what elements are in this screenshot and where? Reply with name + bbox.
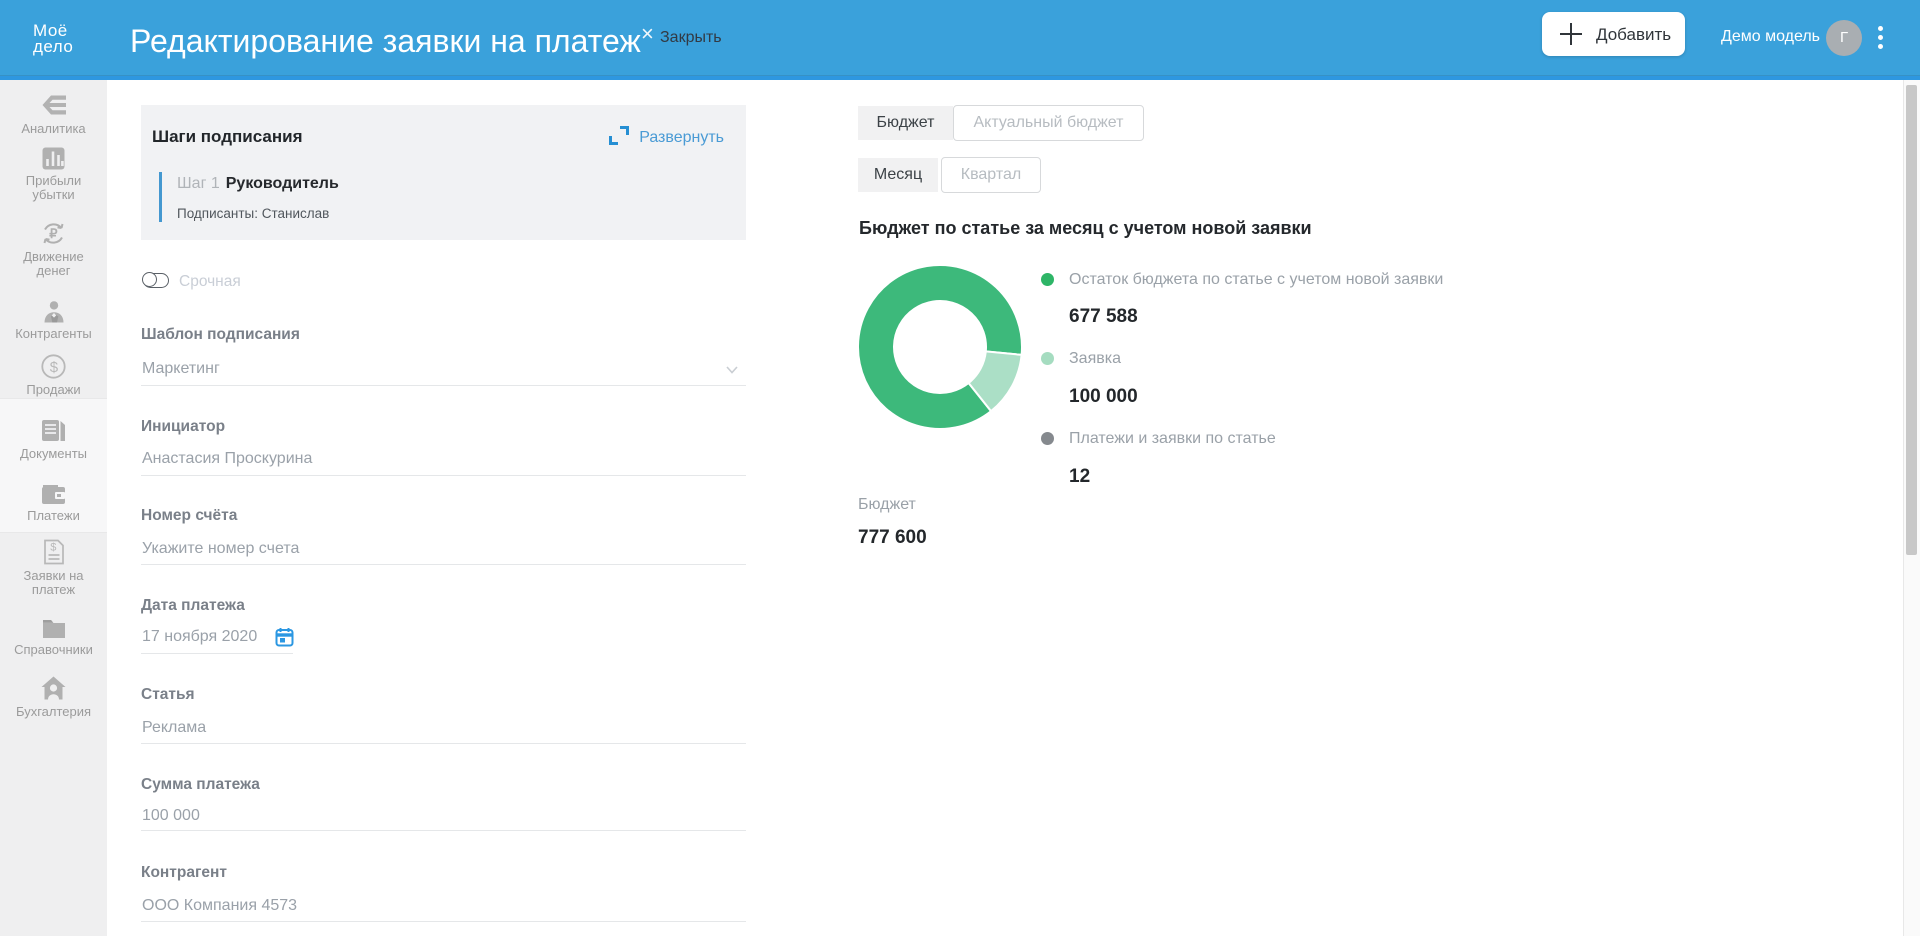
svg-text:$: $ (50, 359, 59, 376)
svg-text:$: $ (50, 542, 56, 554)
svg-text:₽: ₽ (49, 226, 58, 241)
